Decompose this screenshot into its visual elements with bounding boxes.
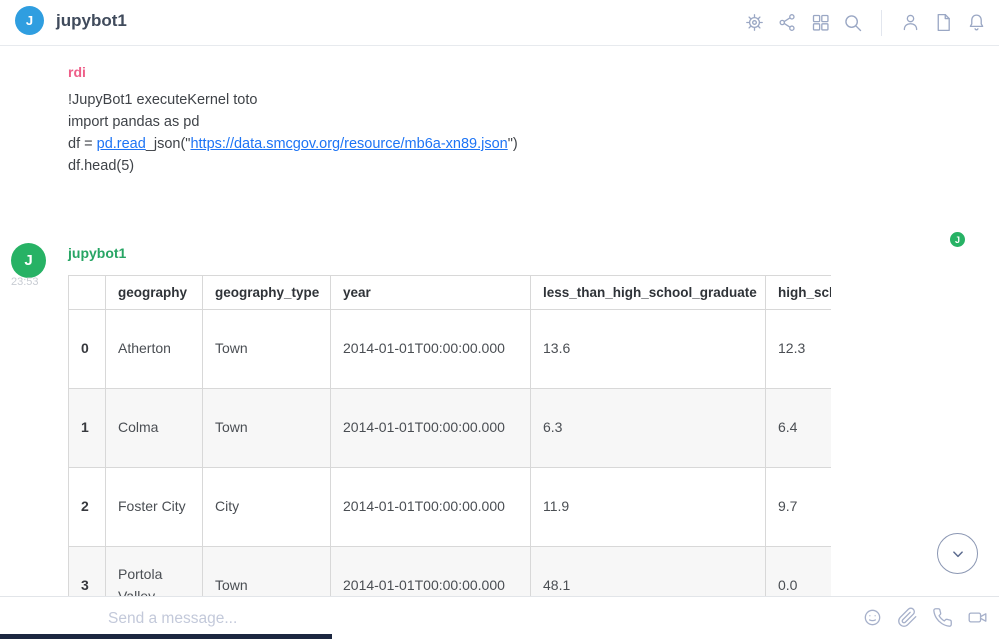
read-receipt-badge: J: [950, 232, 965, 247]
table-header-cell: high_school_graduate: [766, 276, 832, 310]
table-header-row: geographygeography_typeyearless_than_hig…: [69, 276, 832, 310]
bot-avatar-letter: J: [24, 252, 32, 269]
table-row: 0AthertonTown2014-01-01T00:00:00.00013.6…: [69, 310, 832, 389]
table-cell: Atherton: [106, 310, 203, 389]
table-row: 1ColmaTown2014-01-01T00:00:00.0006.36.4: [69, 389, 832, 468]
table-header-cell: geography_type: [203, 276, 331, 310]
channel-avatar: J: [15, 6, 44, 35]
members-button[interactable]: [899, 12, 921, 34]
bell-icon: [966, 12, 987, 33]
paperclip-icon: [897, 607, 918, 628]
message-input[interactable]: [108, 604, 828, 634]
table-cell: 0.0: [766, 547, 832, 597]
table-cell: 13.6: [531, 310, 766, 389]
header-divider: [881, 10, 882, 36]
table-cell: 2014-01-01T00:00:00.000: [331, 547, 531, 597]
message-line: df.head(5): [68, 155, 999, 177]
table-cell: 11.9: [531, 468, 766, 547]
header-toolbar: [743, 0, 987, 45]
table-body: 0AthertonTown2014-01-01T00:00:00.00013.6…: [69, 310, 832, 597]
table-header-cell: geography: [106, 276, 203, 310]
message-text: !JupyBot1 executeKernel toto: [68, 92, 257, 108]
grid-icon: [810, 12, 831, 33]
table-cell: 6.4: [766, 389, 832, 468]
table-row: 3Portola ValleyTown2014-01-01T00:00:00.0…: [69, 547, 832, 597]
table-cell: 2014-01-01T00:00:00.000: [331, 310, 531, 389]
emoji-button[interactable]: [861, 607, 883, 629]
message-lines: !JupyBot1 executeKernel toto import panda…: [68, 89, 999, 177]
message-list: rdi !JupyBot1 executeKernel toto import p…: [0, 46, 999, 596]
table-cell: 6.3: [531, 389, 766, 468]
table-cell: Colma: [106, 389, 203, 468]
phone-icon: [932, 607, 953, 628]
smiley-icon: [862, 607, 883, 628]
search-icon: [842, 12, 864, 34]
file-icon: [933, 12, 954, 33]
person-icon: [900, 12, 921, 33]
composer-actions: [861, 597, 988, 638]
chevron-down-icon: [947, 543, 969, 565]
message-line: !JupyBot1 executeKernel toto: [68, 89, 999, 111]
message-composer: [0, 596, 999, 639]
notifications-button[interactable]: [965, 12, 987, 34]
gear-icon: [744, 12, 765, 33]
table-cell: 2014-01-01T00:00:00.000: [331, 389, 531, 468]
message-line: import pandas as pd: [68, 111, 999, 133]
table-row-index: 2: [69, 468, 106, 547]
username-rdi[interactable]: rdi: [68, 62, 86, 82]
message-link[interactable]: pd.read: [97, 136, 146, 152]
table-header-cell: less_than_high_school_graduate: [531, 276, 766, 310]
dataframe-table-container: geographygeography_typeyearless_than_hig…: [68, 275, 831, 596]
attach-button[interactable]: [896, 607, 918, 629]
channel-avatar-letter: J: [26, 13, 33, 28]
user-avatar-rdi[interactable]: [11, 62, 46, 97]
table-row: 2Foster CityCity2014-01-01T00:00:00.0001…: [69, 468, 832, 547]
message-jupybot1: J 23:53 jupybot1 geographygeography_type…: [0, 243, 999, 596]
channel-header: J jupybot1: [0, 0, 999, 46]
files-button[interactable]: [932, 12, 954, 34]
search-button[interactable]: [842, 12, 864, 34]
message-text: df.head(5): [68, 158, 134, 174]
table-header-cell: year: [331, 276, 531, 310]
message-text: "): [508, 136, 518, 152]
table-cell: 48.1: [531, 547, 766, 597]
table-row-index: 3: [69, 547, 106, 597]
channel-title[interactable]: jupybot1: [56, 11, 127, 31]
apps-button[interactable]: [809, 12, 831, 34]
app-window: J jupybot1: [0, 0, 999, 639]
table-cell: 9.7: [766, 468, 832, 547]
username-jupybot1[interactable]: jupybot1: [68, 243, 126, 263]
message-text: df =: [68, 136, 97, 152]
share-icon: [777, 12, 798, 33]
message-timestamp: 23:53: [11, 276, 39, 288]
table-cell: Portola Valley: [106, 547, 203, 597]
table-row-index: 1: [69, 389, 106, 468]
message-link[interactable]: https://data.smcgov.org/resource/mb6a-xn…: [190, 136, 507, 152]
message-text: import pandas as pd: [68, 114, 199, 130]
table-cell: Foster City: [106, 468, 203, 547]
read-receipt-letter: J: [955, 235, 960, 245]
table-cell: Town: [203, 389, 331, 468]
message-text: _json(": [146, 136, 191, 152]
message-rdi: rdi !JupyBot1 executeKernel toto import p…: [0, 62, 999, 177]
dataframe-table: geographygeography_typeyearless_than_hig…: [68, 275, 831, 596]
video-call-button[interactable]: [966, 607, 988, 629]
table-cell: City: [203, 468, 331, 547]
link-hover-status-bar: [0, 634, 332, 639]
table-cell: Town: [203, 310, 331, 389]
settings-button[interactable]: [743, 12, 765, 34]
bot-avatar[interactable]: J: [11, 243, 46, 278]
table-cell: 2014-01-01T00:00:00.000: [331, 468, 531, 547]
composer-avatar: [52, 606, 83, 637]
video-camera-icon: [967, 607, 988, 628]
table-row-index: 0: [69, 310, 106, 389]
jump-to-bottom-button[interactable]: [937, 533, 978, 574]
share-button[interactable]: [776, 12, 798, 34]
table-cell: Town: [203, 547, 331, 597]
table-header-cell: [69, 276, 106, 310]
table-cell: 12.3: [766, 310, 832, 389]
message-line: df = pd.read_json("https://data.smcgov.o…: [68, 133, 999, 155]
call-button[interactable]: [931, 607, 953, 629]
